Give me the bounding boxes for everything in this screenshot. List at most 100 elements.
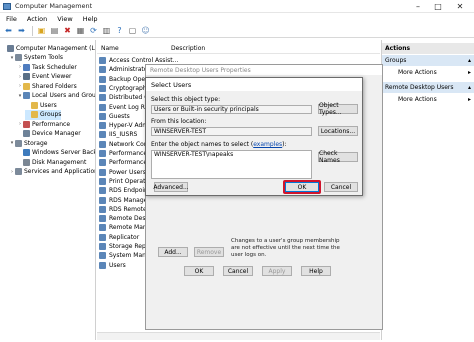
storage-icon (15, 139, 22, 147)
tree-item-users[interactable]: Users (25, 100, 57, 110)
group-name: Replicator (109, 233, 140, 241)
forward-icon[interactable]: ➡ (16, 25, 27, 36)
tree-item-label: Shared Folders (32, 82, 77, 90)
ok-highlight-box (283, 180, 321, 194)
folder-icon (31, 111, 38, 118)
list-item[interactable]: Replicator (99, 233, 139, 242)
object-type-label: Select this object type: (151, 96, 221, 103)
add-button[interactable]: Add... (158, 247, 188, 257)
menu-action[interactable]: Action (27, 15, 47, 23)
location-field: WINSERVER-TEST (151, 127, 312, 136)
tree-item-performance[interactable]: › Performance (17, 119, 70, 129)
delete-icon[interactable]: ✖ (62, 25, 73, 36)
examples-link[interactable]: examples (253, 141, 282, 148)
tree-item-label: Disk Management (32, 158, 87, 166)
menu-bar: File Action View Help (0, 13, 474, 24)
properties-ok-button[interactable]: OK (184, 266, 214, 276)
object-names-input[interactable]: WINSERVER-TEST\napeaks (151, 150, 312, 179)
list-item[interactable]: IIS_IUSRS (99, 130, 137, 139)
tree-item-groups[interactable]: Groups (25, 109, 62, 120)
group-icon (99, 215, 106, 223)
check-names-button[interactable]: Check Names (318, 150, 358, 164)
actions-header: Actions (382, 43, 474, 54)
collapse-icon[interactable]: ▴ (468, 57, 471, 64)
group-icon (99, 57, 106, 64)
group-icon (99, 140, 106, 148)
group-icon (99, 131, 106, 139)
list-item[interactable]: Power Users (99, 168, 146, 177)
group-icon (99, 75, 106, 83)
horizontal-scrollbar[interactable] (97, 332, 380, 340)
group-name: Access Control Assist... (109, 57, 179, 64)
group-icon (99, 224, 106, 232)
menu-file[interactable]: File (6, 15, 17, 23)
folder-up-icon[interactable]: ▣ (36, 25, 47, 36)
more-actions-remote-desktop-users[interactable]: More Actions ▸ (382, 94, 474, 105)
collapse-icon[interactable]: ▴ (468, 84, 471, 91)
object-types-button[interactable]: Object Types... (318, 102, 358, 116)
menu-view[interactable]: View (57, 15, 72, 23)
tree-item-storage[interactable]: ▾ Storage (9, 138, 47, 148)
membership-note: Changes to a user's group membership are… (231, 238, 340, 258)
properties-help-button[interactable]: Help (301, 266, 331, 276)
folder-icon (23, 82, 30, 90)
tree-item-event-viewer[interactable]: › Event Viewer (17, 72, 72, 82)
menu-help[interactable]: Help (83, 15, 98, 23)
locations-button[interactable]: Locations... (318, 126, 358, 136)
close-button[interactable]: ✕ (450, 0, 470, 13)
tree-item-windows-server-backup[interactable]: Windows Server Backup (17, 148, 95, 158)
actions-section-remote-desktop-users[interactable]: Remote Desktop Users ▴ (382, 82, 474, 93)
help-icon[interactable]: ? (114, 25, 125, 36)
properties-dialog-title: Remote Desktop Users Properties (146, 65, 382, 75)
tree-item-disk-management[interactable]: Disk Management (17, 157, 86, 167)
group-icon (99, 205, 106, 213)
window-title: Computer Management (15, 2, 93, 10)
properties-icon[interactable]: ▦ (75, 25, 86, 36)
group-icon (99, 103, 106, 111)
tools-icon (15, 54, 22, 61)
actions-section-groups[interactable]: Groups ▴ (382, 55, 474, 66)
column-description[interactable]: Description (171, 45, 205, 52)
tree-item-computer-management-local[interactable]: Computer Management (Local (1, 43, 95, 53)
tree-item-services-and-applications[interactable]: › Services and Applications (9, 167, 95, 177)
tree-item-shared-folders[interactable]: › Shared Folders (17, 81, 77, 91)
task-icon (23, 63, 30, 71)
more-actions-groups[interactable]: More Actions ▸ (382, 67, 474, 78)
tree-item-device-manager[interactable]: Device Manager (17, 129, 81, 139)
group-icon (99, 261, 106, 269)
tree-item-system-tools[interactable]: ▾ System Tools (9, 53, 63, 63)
group-icon (99, 159, 106, 167)
tree-item-label: Computer Management (Local (16, 44, 95, 52)
new-window-icon[interactable]: ▢ (127, 25, 138, 36)
refresh-icon[interactable]: ⟳ (88, 25, 99, 36)
column-name[interactable]: Name (101, 45, 119, 52)
advanced-button[interactable]: Advanced... (153, 182, 189, 192)
group-icon (99, 243, 106, 250)
list-item[interactable]: Users (99, 261, 126, 270)
users-icon[interactable]: ☺ (140, 25, 151, 36)
tree-item-label: Event Viewer (32, 73, 72, 80)
tree-item-task-scheduler[interactable]: › Task Scheduler (17, 62, 77, 72)
app-icon (3, 2, 11, 10)
properties-apply-button[interactable]: Apply (262, 266, 292, 276)
group-name: IIS_IUSRS (109, 131, 138, 139)
list-item[interactable]: Guests (99, 112, 130, 121)
remove-button[interactable]: Remove (194, 247, 224, 257)
tree-item-label: Storage (24, 139, 48, 147)
export-icon[interactable]: ▥ (101, 25, 112, 36)
back-icon[interactable]: ⬅ (3, 25, 14, 36)
properties-cancel-button[interactable]: Cancel (223, 266, 253, 276)
show-hide-tree-icon[interactable]: ▤ (49, 25, 60, 36)
maximize-button[interactable]: □ (428, 0, 448, 13)
group-icon (99, 150, 106, 157)
minimize-button[interactable]: – (408, 0, 428, 13)
perf-icon (23, 120, 30, 128)
group-icon (99, 233, 106, 241)
tree-item-local-users-and-groups[interactable]: ▾ Local Users and Groups (17, 91, 95, 101)
cancel-button[interactable]: Cancel (324, 182, 358, 192)
column-header: Name Description (97, 44, 380, 54)
tree-item-label: Performance (32, 120, 71, 128)
tree-item-label: Windows Server Backup (32, 149, 95, 156)
chevron-right-icon: ▸ (467, 96, 471, 103)
actions-pane: Actions Groups ▴ More Actions ▸ Remote D… (381, 40, 474, 340)
